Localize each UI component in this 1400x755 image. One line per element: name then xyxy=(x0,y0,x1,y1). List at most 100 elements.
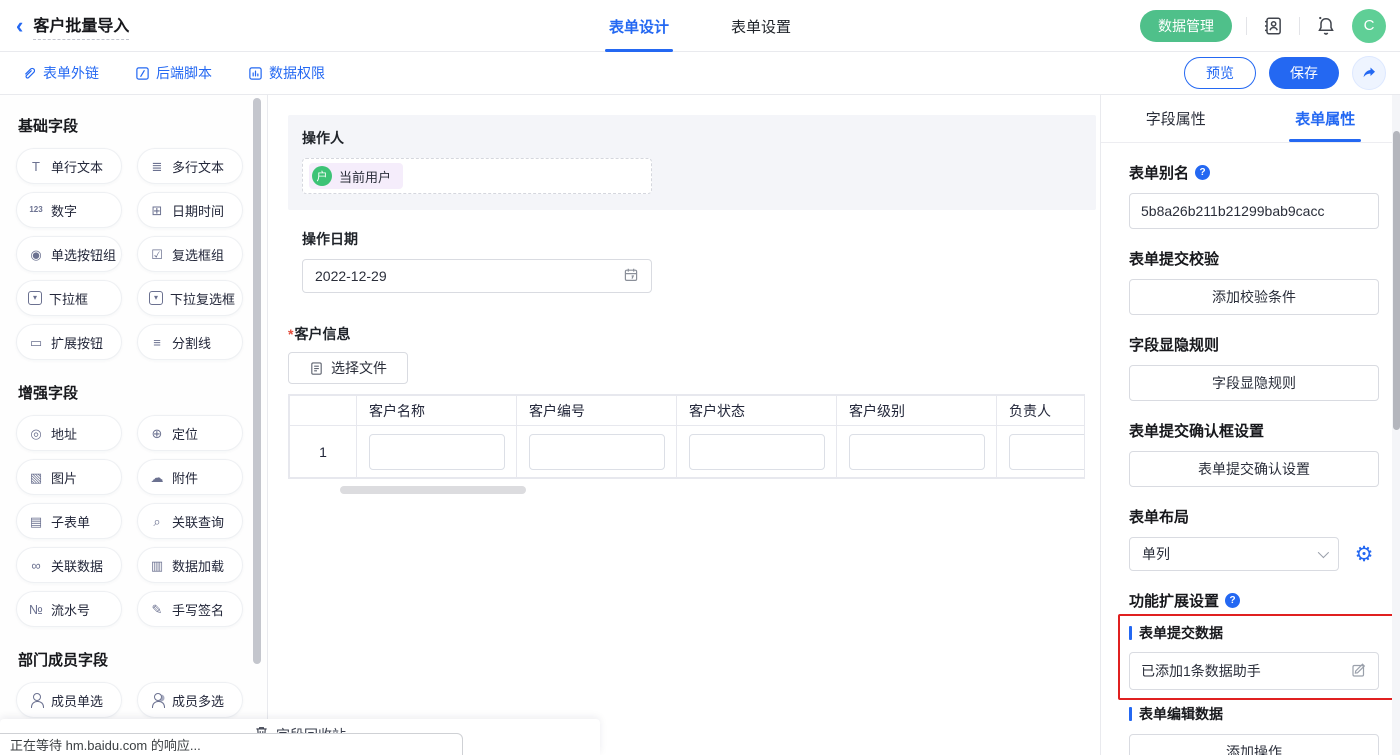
customer-info-field[interactable]: *客户信息 选择文件 客户名称 客户编号 xyxy=(288,324,1096,494)
field-pill-attachment[interactable]: ☁ 附件 xyxy=(137,459,243,495)
people-icon xyxy=(149,692,165,708)
field-pill-linked-query[interactable]: ⌕ 关联查询 xyxy=(137,503,243,539)
data-permission-link[interactable]: 数据权限 xyxy=(248,63,325,83)
script-icon xyxy=(135,66,150,81)
field-pill-single-line-text[interactable]: T 单行文本 xyxy=(16,148,122,184)
pill-label: 手写签名 xyxy=(172,600,224,619)
properties-panel: 字段属性 表单属性 表单别名 ? 表单提交校验 添加校验条件 字段显隐规则 字段… xyxy=(1100,95,1400,755)
form-external-link[interactable]: 表单外链 xyxy=(22,63,99,83)
sidebar-scrollbar-thumb[interactable] xyxy=(253,98,261,664)
col-header-customer-code: 客户编号 xyxy=(517,396,677,426)
divider-icon: ≡ xyxy=(149,334,165,350)
field-pill-number[interactable]: 123 数字 xyxy=(16,192,122,228)
help-icon[interactable]: ? xyxy=(1225,593,1240,608)
field-pill-member-single[interactable]: 成员单选 xyxy=(16,682,122,718)
submit-data-section: 表单提交数据 已添加1条数据助手 xyxy=(1129,623,1379,690)
field-pill-serial-number[interactable]: № 流水号 xyxy=(16,591,122,627)
field-pill-address[interactable]: ◎ 地址 xyxy=(16,415,122,451)
field-pill-select[interactable]: ▾ 下拉框 xyxy=(16,280,122,316)
page-title[interactable]: 客户批量导入 xyxy=(33,12,129,40)
field-pill-location[interactable]: ⊕ 定位 xyxy=(137,415,243,451)
field-pill-multi-select[interactable]: ▾ 下拉复选框 xyxy=(137,280,243,316)
horizontal-scrollbar-thumb[interactable] xyxy=(340,486,526,494)
field-pill-data-load[interactable]: ▥ 数据加载 xyxy=(137,547,243,583)
add-operation-button[interactable]: 添加操作 xyxy=(1129,734,1379,755)
tab-form-design[interactable]: 表单设计 xyxy=(609,0,669,52)
cell-input-customer-status[interactable] xyxy=(689,434,825,470)
field-pill-checkbox-group[interactable]: ☑ 复选框组 xyxy=(137,236,243,272)
field-pill-signature[interactable]: ✎ 手写签名 xyxy=(137,591,243,627)
tab-form-settings[interactable]: 表单设置 xyxy=(731,0,791,52)
submit-data-assistant-field[interactable]: 已添加1条数据助手 xyxy=(1129,652,1379,690)
paperclip-icon xyxy=(22,66,37,81)
operator-field-selected[interactable]: 操作人 户 当前用户 xyxy=(288,115,1096,210)
customer-info-label-text: 客户信息 xyxy=(294,326,350,342)
cell-input-customer-code[interactable] xyxy=(529,434,665,470)
date-field[interactable]: 操作日期 2022-12-29 xyxy=(288,229,1096,293)
browser-status-bubble: 正在等待 hm.baidu.com 的响应... xyxy=(0,733,463,755)
field-pill-extend-button[interactable]: ▭ 扩展按钮 xyxy=(16,324,122,360)
operator-field-label: 操作人 xyxy=(302,128,1082,148)
share-button[interactable] xyxy=(1352,56,1386,90)
pill-label: 子表单 xyxy=(51,512,90,531)
date-field-input[interactable]: 2022-12-29 xyxy=(302,259,652,293)
pill-label: 单行文本 xyxy=(51,157,103,176)
pill-label: 多行文本 xyxy=(172,157,224,176)
submit-confirm-label: 表单提交确认框设置 xyxy=(1129,420,1379,441)
field-pill-multi-line-text[interactable]: ≣ 多行文本 xyxy=(137,148,243,184)
back-icon[interactable]: ‹ xyxy=(16,15,23,37)
choose-file-label: 选择文件 xyxy=(331,358,387,378)
field-pill-divider[interactable]: ≡ 分割线 xyxy=(137,324,243,360)
preview-button[interactable]: 预览 xyxy=(1184,57,1256,89)
pill-label: 定位 xyxy=(172,424,198,443)
field-pill-datetime[interactable]: ⊞ 日期时间 xyxy=(137,192,243,228)
customer-info-label: *客户信息 xyxy=(288,324,1096,344)
field-pill-subform[interactable]: ▤ 子表单 xyxy=(16,503,122,539)
link-icon: ∞ xyxy=(28,557,44,573)
address-book-icon[interactable] xyxy=(1261,14,1285,38)
choose-file-button[interactable]: 选择文件 xyxy=(288,352,408,384)
form-layout-row: 单列 ⚙ xyxy=(1129,537,1379,571)
field-pill-radio-group[interactable]: ◉ 单选按钮组 xyxy=(16,236,122,272)
enhanced-fields-grid: ◎ 地址 ⊕ 定位 ▧ 图片 ☁ 附件 ▤ 子表单 xyxy=(16,415,253,627)
panel-scrollbar-thumb[interactable] xyxy=(1393,131,1400,430)
form-designer-page: ‹ 客户批量导入 表单设计 表单设置 数据管理 xyxy=(0,0,1400,755)
tab-form-properties[interactable]: 表单属性 xyxy=(1251,95,1400,142)
corner-cell xyxy=(290,396,357,426)
data-manage-button[interactable]: 数据管理 xyxy=(1140,10,1232,42)
pill-label: 单选按钮组 xyxy=(51,245,116,264)
multi-line-text-icon: ≣ xyxy=(149,158,165,174)
operator-field-input[interactable]: 户 当前用户 xyxy=(302,158,652,194)
notification-bell-icon[interactable] xyxy=(1314,14,1338,38)
field-pill-member-multi[interactable]: 成员多选 xyxy=(137,682,243,718)
section-title-member-fields: 部门成员字段 xyxy=(18,649,253,670)
field-pill-linked-data[interactable]: ∞ 关联数据 xyxy=(16,547,122,583)
user-avatar[interactable]: C xyxy=(1352,9,1386,43)
cell-input-owner[interactable] xyxy=(1009,434,1086,470)
submit-confirm-button[interactable]: 表单提交确认设置 xyxy=(1129,451,1379,487)
tab-field-properties[interactable]: 字段属性 xyxy=(1101,95,1251,142)
calendar-icon[interactable] xyxy=(623,267,639,286)
cell-input-customer-level[interactable] xyxy=(849,434,985,470)
app-header: ‹ 客户批量导入 表单设计 表单设置 数据管理 xyxy=(0,0,1400,52)
submit-validation-label: 表单提交校验 xyxy=(1129,248,1379,269)
dropdown-multi-icon: ▾ xyxy=(149,291,163,305)
help-icon[interactable]: ? xyxy=(1195,165,1210,180)
backend-script-link[interactable]: 后端脚本 xyxy=(135,63,212,83)
field-pill-image[interactable]: ▧ 图片 xyxy=(16,459,122,495)
form-alias-input[interactable] xyxy=(1129,193,1379,229)
browser-status-text: 正在等待 hm.baidu.com 的响应... xyxy=(10,735,201,754)
permission-icon xyxy=(248,66,263,81)
cloud-upload-icon: ☁ xyxy=(149,469,165,485)
field-visibility-label: 字段显隐规则 xyxy=(1129,334,1379,355)
form-alias-label: 表单别名 ? xyxy=(1129,162,1379,183)
panel-tabs: 字段属性 表单属性 xyxy=(1101,95,1400,143)
layout-gear-button[interactable]: ⚙ xyxy=(1349,539,1379,569)
add-validation-button[interactable]: 添加校验条件 xyxy=(1129,279,1379,315)
layout-select[interactable]: 单列 xyxy=(1129,537,1339,571)
save-button[interactable]: 保存 xyxy=(1269,57,1339,89)
extension-settings-label-text: 功能扩展设置 xyxy=(1129,590,1219,611)
cell-input-customer-name[interactable] xyxy=(369,434,505,470)
field-visibility-button[interactable]: 字段显隐规则 xyxy=(1129,365,1379,401)
edit-icon[interactable] xyxy=(1351,662,1367,681)
